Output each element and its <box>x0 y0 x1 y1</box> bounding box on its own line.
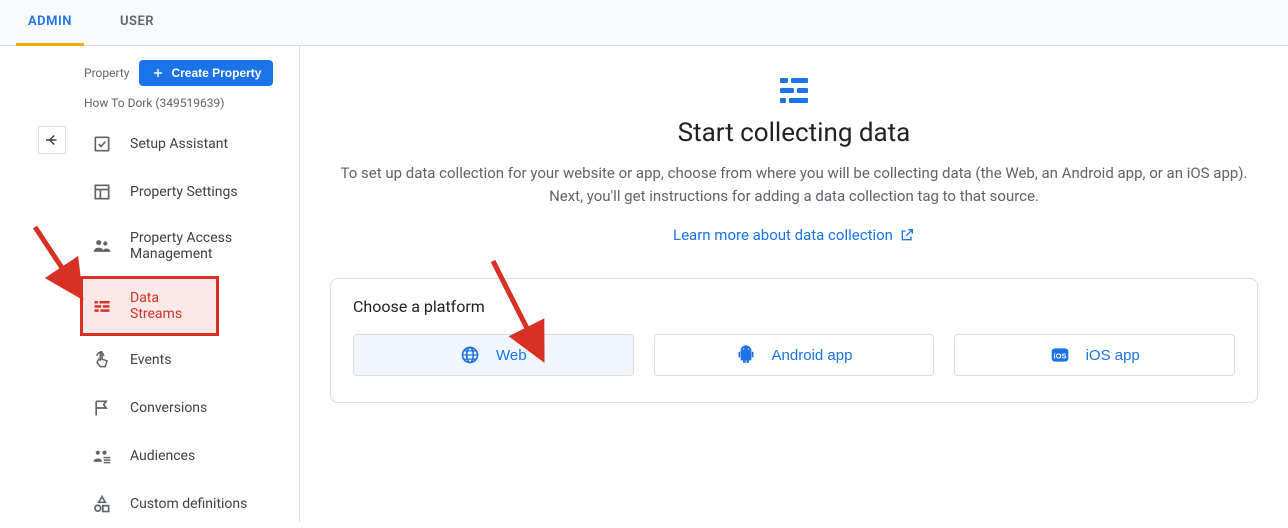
android-icon <box>736 345 756 365</box>
shapes-icon <box>92 494 112 514</box>
layout-icon <box>92 182 112 202</box>
sidebar-item-label: Custom definitions <box>130 496 247 512</box>
people-icon <box>92 236 112 256</box>
page-title: Start collecting data <box>334 118 1254 148</box>
sidebar-item-custom-definitions[interactable]: Custom definitions <box>80 480 299 528</box>
platform-title: Choose a platform <box>353 297 1235 316</box>
sidebar-item-label: Audiences <box>130 448 195 464</box>
sidebar-item-audiences[interactable]: Audiences <box>80 432 299 480</box>
sidebar-item-conversions[interactable]: Conversions <box>80 384 299 432</box>
sidebar-item-label: Conversions <box>130 400 207 416</box>
platform-android-label: Android app <box>772 347 853 364</box>
audiences-icon <box>92 446 112 466</box>
plus-icon <box>151 66 165 80</box>
flag-icon <box>92 398 112 418</box>
create-property-button[interactable]: Create Property <box>139 60 273 86</box>
property-label: Property <box>84 66 129 80</box>
tap-icon <box>92 350 112 370</box>
ios-icon: iOS <box>1050 345 1070 365</box>
sidebar-item-setup-assistant[interactable]: Setup Assistant <box>80 120 299 168</box>
sidebar-item-property-settings[interactable]: Property Settings <box>80 168 299 216</box>
platform-android-button[interactable]: Android app <box>654 334 935 376</box>
property-name: How To Dork (349519639) <box>80 94 299 120</box>
sidebar-item-property-access[interactable]: Property Access Management <box>80 216 299 276</box>
arrow-left-icon <box>43 131 61 149</box>
main-content: Start collecting data To set up data col… <box>300 46 1288 522</box>
streams-icon <box>92 296 112 316</box>
sidebar-item-label: Property Settings <box>130 184 238 200</box>
external-link-icon <box>899 227 915 243</box>
learn-more-label: Learn more about data collection <box>673 226 893 244</box>
create-property-label: Create Property <box>171 66 261 80</box>
sidebar-item-label: Setup Assistant <box>130 136 228 152</box>
sidebar-item-events[interactable]: Events <box>80 336 299 384</box>
sidebar-item-data-streams[interactable]: Data Streams <box>80 276 219 336</box>
svg-text:iOS: iOS <box>1053 351 1066 360</box>
globe-icon <box>460 345 480 365</box>
platform-ios-button[interactable]: iOS iOS app <box>954 334 1235 376</box>
sidebar-item-label: Data Streams <box>130 290 207 322</box>
page-description: To set up data collection for your websi… <box>334 162 1254 207</box>
sidebar-item-label: Property Access Management <box>130 230 287 262</box>
platform-web-label: Web <box>496 347 527 364</box>
tab-user[interactable]: USER <box>108 0 166 46</box>
platform-card: Choose a platform Web Android app i <box>330 278 1258 403</box>
tab-bar: ADMIN USER <box>0 0 1288 46</box>
learn-more-link[interactable]: Learn more about data collection <box>673 226 915 244</box>
sidebar: Property Create Property How To Dork (34… <box>0 46 300 522</box>
tab-admin[interactable]: ADMIN <box>16 0 84 46</box>
streams-hero-icon <box>334 76 1254 106</box>
sidebar-item-label: Events <box>130 352 171 368</box>
collapse-sidebar-button[interactable] <box>38 126 66 154</box>
checklist-icon <box>92 134 112 154</box>
platform-web-button[interactable]: Web <box>353 334 634 376</box>
platform-ios-label: iOS app <box>1086 347 1140 364</box>
